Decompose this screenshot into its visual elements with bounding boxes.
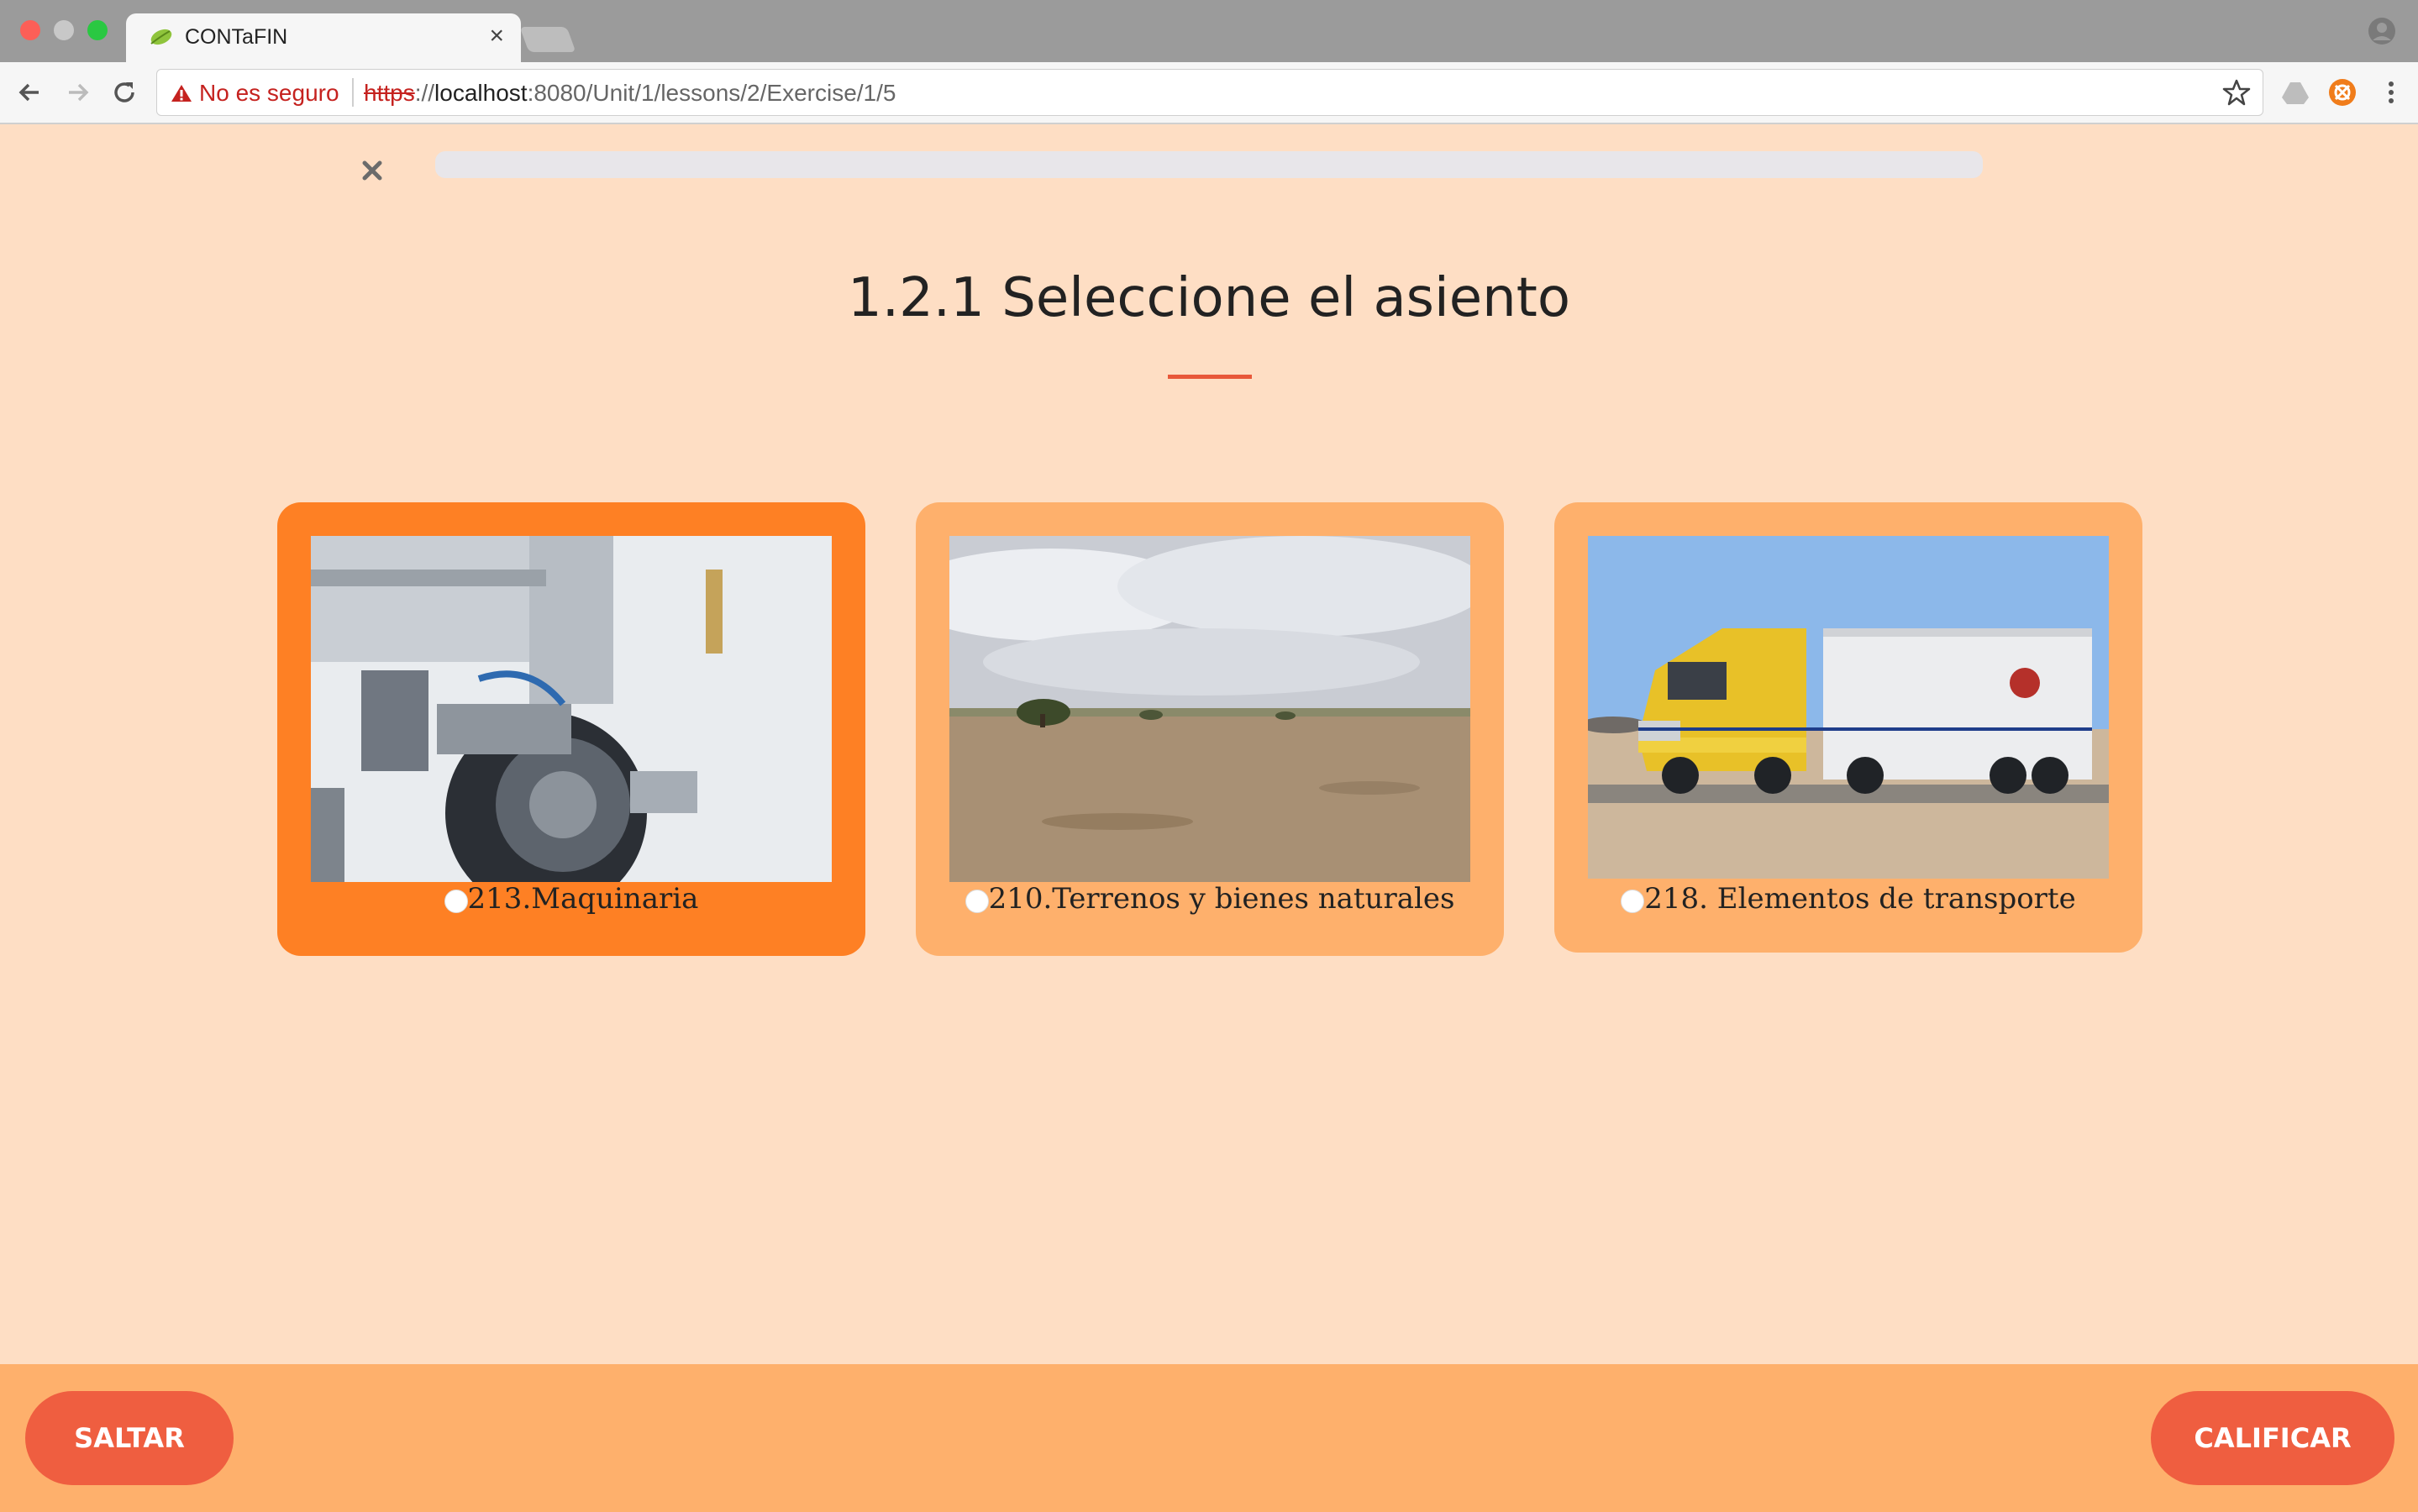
window-zoom-button[interactable]	[87, 20, 108, 40]
option-text: 218. Elementos de transporte	[1644, 882, 2076, 916]
profile-icon[interactable]	[2368, 17, 2396, 45]
leaf-icon	[150, 29, 172, 45]
tab-title: CONTaFIN	[185, 25, 288, 49]
browser-tab[interactable]: CONTaFIN ×	[126, 13, 521, 62]
title-underline	[1168, 375, 1252, 379]
progress-bar	[435, 151, 1983, 178]
option-label: 213.Maquinaria	[277, 882, 865, 916]
url-divider	[352, 78, 354, 107]
option-card-transporte[interactable]: 218. Elementos de transporte	[1554, 502, 2142, 953]
grade-button[interactable]: CALIFICAR	[2151, 1391, 2394, 1485]
back-arrow-icon[interactable]	[13, 76, 47, 109]
browser-tab-bar: CONTaFIN ×	[0, 0, 2418, 62]
browser-toolbar: No es seguro https://localhost:8080/Unit…	[0, 62, 2418, 124]
drive-extension-icon[interactable]	[2280, 77, 2310, 108]
star-icon[interactable]	[2222, 78, 2251, 107]
url-scheme: https	[364, 80, 415, 106]
warning-icon	[171, 85, 192, 102]
security-status[interactable]: No es seguro	[199, 80, 339, 107]
radio-button[interactable]	[1621, 890, 1645, 913]
page-title: 1.2.1 Seleccione el asiento	[848, 267, 1570, 329]
land-image	[949, 536, 1470, 882]
url-text[interactable]: https://localhost:8080/Unit/1/lessons/2/…	[364, 80, 896, 107]
window-close-button[interactable]	[20, 20, 40, 40]
kebab-menu-icon[interactable]	[2376, 77, 2406, 108]
skip-button[interactable]: SALTAR	[25, 1391, 234, 1485]
option-card-maquinaria[interactable]: 213.Maquinaria	[277, 502, 865, 956]
option-label: 210.Terrenos y bienes naturales	[916, 882, 1504, 916]
radio-button[interactable]	[444, 890, 468, 913]
option-text: 213.Maquinaria	[467, 882, 699, 916]
url-separator: ://	[414, 80, 435, 106]
option-card-terrenos[interactable]: 210.Terrenos y bienes naturales	[916, 502, 1504, 956]
url-host: localhost	[434, 80, 528, 106]
option-label: 218. Elementos de transporte	[1554, 882, 2142, 916]
truck-image	[1588, 536, 2109, 879]
forward-arrow-icon[interactable]	[60, 76, 94, 109]
window-minimize-button[interactable]	[54, 20, 74, 40]
machinery-image	[311, 536, 832, 882]
action-footer: SALTAR CALIFICAR	[0, 1364, 2418, 1512]
option-text: 210.Terrenos y bienes naturales	[988, 882, 1455, 916]
address-bar[interactable]: No es seguro https://localhost:8080/Unit…	[156, 69, 2263, 116]
tab-close-icon[interactable]: ×	[489, 22, 504, 50]
url-path: :8080/Unit/1/lessons/2/Exercise/1/5	[527, 80, 896, 106]
radio-button[interactable]	[965, 890, 989, 913]
reload-icon[interactable]	[108, 76, 141, 109]
close-icon[interactable]	[358, 156, 386, 185]
new-tab-button[interactable]	[519, 27, 576, 52]
extension-icon[interactable]	[2327, 77, 2358, 108]
